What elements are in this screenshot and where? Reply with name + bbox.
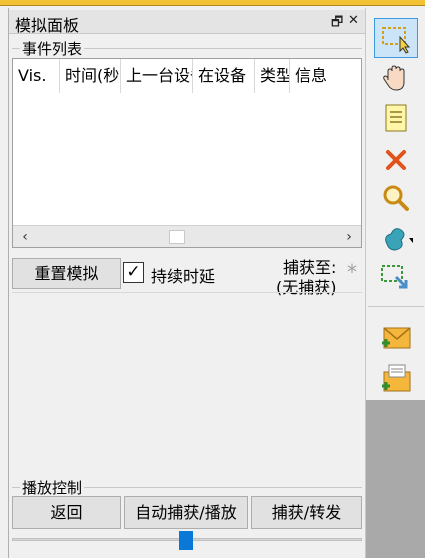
right-toolbar <box>365 8 425 558</box>
column-header-time[interactable]: 时间(秒) <box>60 59 121 93</box>
auto-capture-play-button[interactable]: 自动捕获/播放 <box>124 496 248 529</box>
delete-icon[interactable] <box>374 138 418 178</box>
reset-simulation-button[interactable]: 重置模拟 <box>12 258 121 289</box>
column-header-last-device[interactable]: 上一台设备 <box>121 59 193 93</box>
column-header-vis[interactable]: Vis. <box>13 59 60 93</box>
note-icon[interactable] <box>374 98 418 138</box>
capture-value: (无捕获) <box>276 278 337 297</box>
add-simple-pdu-icon[interactable] <box>374 318 418 358</box>
add-complex-pdu-icon[interactable] <box>374 358 418 398</box>
continuous-delay-checkbox[interactable]: ✓ <box>123 262 144 283</box>
restore-icon[interactable]: 🗗 <box>331 13 343 35</box>
controls-divider <box>12 292 362 293</box>
toolbar-divider <box>368 306 424 307</box>
playback-group-label: 播放控制 <box>20 477 85 498</box>
window-top-bar <box>0 0 425 6</box>
event-list-group-label: 事件列表 <box>20 38 85 59</box>
close-icon[interactable]: ✕ <box>348 13 359 28</box>
star-icon: * <box>347 260 357 284</box>
select-icon[interactable] <box>374 18 418 58</box>
shape-icon[interactable] <box>374 218 418 258</box>
column-header-at-device[interactable]: 在设备 <box>193 59 255 93</box>
capture-forward-button[interactable]: 捕获/转发 <box>251 496 362 529</box>
playback-slider-thumb[interactable] <box>179 531 193 550</box>
scroll-right-icon[interactable]: › <box>339 227 359 247</box>
inspect-icon[interactable] <box>374 178 418 218</box>
scroll-left-icon[interactable]: ‹ <box>15 227 35 247</box>
panel-title: 模拟面板 <box>15 16 80 35</box>
scroll-thumb[interactable] <box>169 230 185 244</box>
back-button[interactable]: 返回 <box>12 496 121 529</box>
horizontal-scrollbar[interactable]: ‹ › <box>13 225 361 247</box>
resize-icon[interactable] <box>374 258 418 298</box>
panel-header: 模拟面板 🗗 ✕ <box>9 10 365 35</box>
move-hand-icon[interactable] <box>374 58 418 98</box>
column-header-info[interactable]: 信息 <box>290 59 361 93</box>
toolbar-empty-area <box>366 400 425 558</box>
continuous-delay-label: 持续时延 <box>151 267 216 286</box>
column-header-type[interactable]: 类型 <box>255 59 290 93</box>
event-list-table[interactable]: Vis. 时间(秒) 上一台设备 在设备 类型 信息 ‹ › <box>12 58 362 248</box>
